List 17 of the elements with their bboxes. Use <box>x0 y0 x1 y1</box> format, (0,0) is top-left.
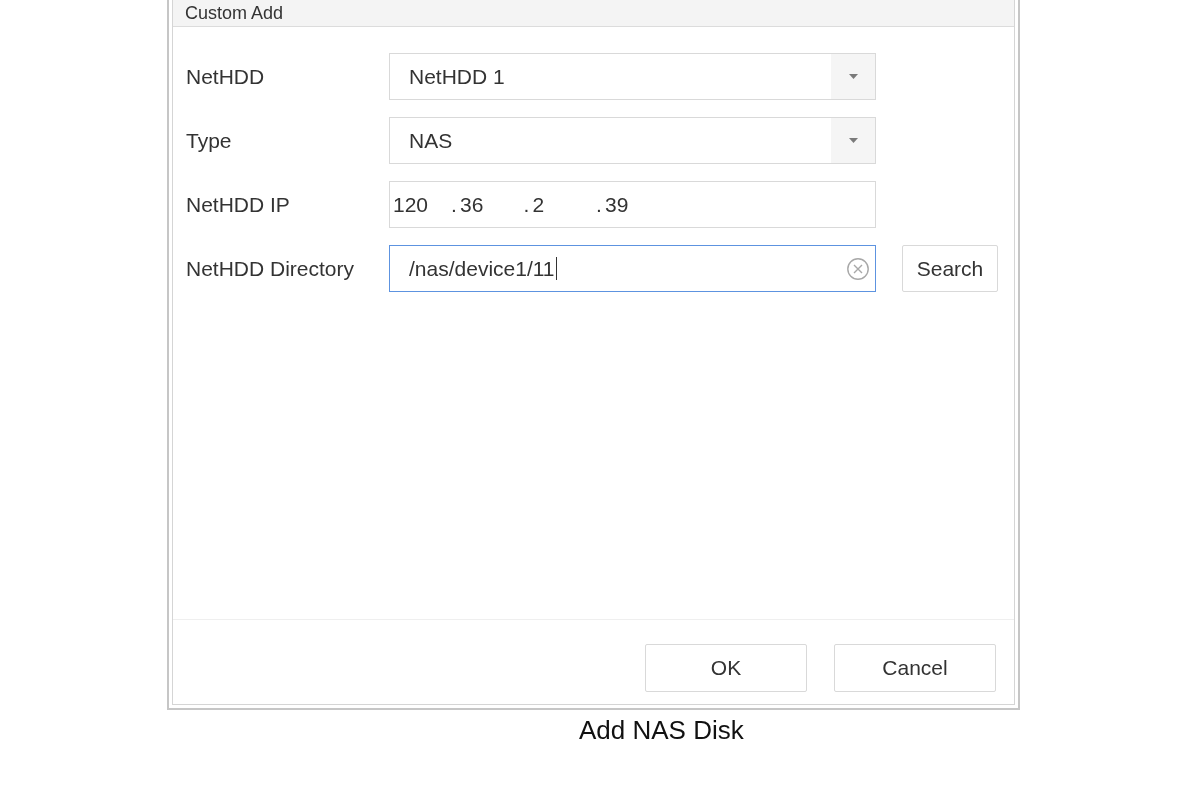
cancel-button[interactable]: Cancel <box>834 644 996 692</box>
field-label: NetHDD <box>186 64 266 89</box>
dialog-title: Custom Add <box>185 2 284 24</box>
search-button[interactable]: Search <box>902 245 998 292</box>
ip-address-field[interactable]: 120 .36 .2 .39 <box>389 181 876 228</box>
figure-caption: Add NAS Disk <box>579 715 744 745</box>
caret-icon <box>848 74 858 79</box>
caret-icon <box>848 138 858 143</box>
dropdown[interactable]: NetHDD 1 <box>389 53 876 100</box>
directory-field[interactable]: /nas/device1/11 <box>389 245 876 292</box>
field-label: Type <box>186 128 233 153</box>
ok-button[interactable]: OK <box>645 644 807 692</box>
field-label: NetHDD IP <box>186 192 291 217</box>
field-label: NetHDD Directory <box>186 256 356 281</box>
dropdown[interactable]: NAS <box>389 117 876 164</box>
clear-icon[interactable] <box>847 257 869 280</box>
text-cursor <box>555 257 558 280</box>
